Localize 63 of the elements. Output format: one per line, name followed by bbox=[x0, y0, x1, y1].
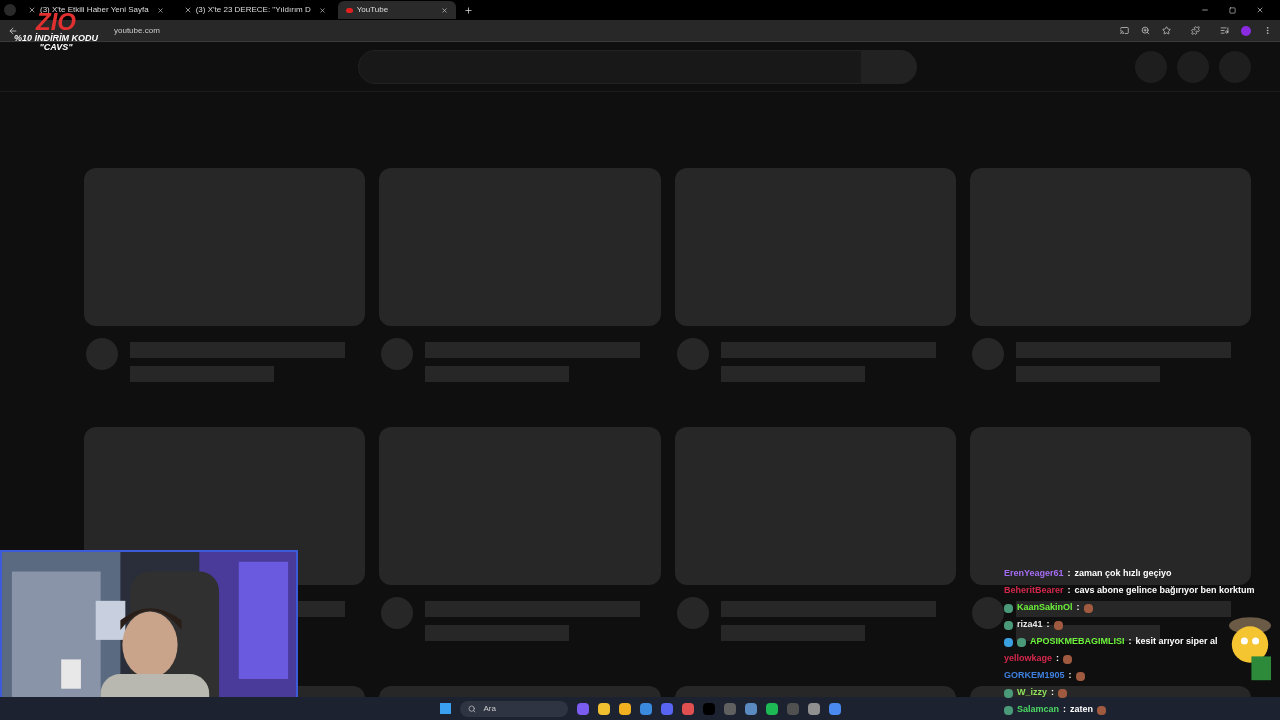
close-tab-icon[interactable] bbox=[440, 6, 448, 14]
avatar-placeholder bbox=[381, 338, 414, 370]
avatar-placeholder bbox=[971, 597, 1004, 629]
taskbar-search-field[interactable]: Ara bbox=[459, 700, 568, 717]
tab-title: YouTube bbox=[356, 4, 390, 16]
chat-message: cavs abone gelince bağırıyor ben korktum bbox=[1074, 584, 1255, 598]
cast-icon[interactable] bbox=[1120, 26, 1129, 35]
windows-start-icon[interactable] bbox=[439, 703, 451, 714]
new-tab-icon[interactable] bbox=[463, 5, 473, 15]
taskbar-app-icon[interactable] bbox=[681, 702, 694, 715]
chat-username: W_izzy bbox=[1017, 686, 1047, 700]
chat-separator: : bbox=[1067, 567, 1071, 581]
search-placeholder: Ara bbox=[483, 702, 496, 715]
menu-icon[interactable] bbox=[1263, 26, 1272, 35]
close-tab-icon[interactable] bbox=[318, 6, 326, 14]
avatar-placeholder bbox=[381, 597, 414, 629]
promo-text: %10 İNDİRİM KODU bbox=[14, 34, 98, 43]
taskbar-app-icon[interactable] bbox=[639, 702, 652, 715]
chat-username: yellowkage bbox=[1004, 652, 1053, 666]
taskbar-app-icon[interactable] bbox=[597, 702, 610, 715]
chat-username: GORKEM1905 bbox=[1004, 669, 1065, 683]
chat-message: kesit arıyor siper al bbox=[1135, 635, 1218, 649]
chat-username: ErenYeager61 bbox=[1004, 567, 1064, 581]
browser-tab[interactable]: YouTube bbox=[337, 1, 456, 19]
profile-avatar[interactable] bbox=[1241, 25, 1251, 36]
taskbar-app-icon[interactable] bbox=[618, 702, 631, 715]
taskbar-app-icon[interactable] bbox=[807, 702, 820, 715]
extensions-icon[interactable] bbox=[1191, 26, 1200, 35]
media-icon[interactable] bbox=[1220, 26, 1229, 35]
chat-separator: : bbox=[1063, 703, 1067, 717]
avatar-placeholder bbox=[676, 597, 709, 629]
back-icon[interactable] bbox=[8, 25, 18, 36]
avatar-placeholder bbox=[676, 338, 709, 370]
chat-message: zaman çok hızlı geçiyo bbox=[1074, 567, 1172, 581]
x-logo-icon bbox=[28, 6, 36, 14]
chat-username: riza41 bbox=[1017, 618, 1043, 632]
restore-icon[interactable] bbox=[1229, 6, 1236, 14]
taskbar-app-icon[interactable] bbox=[828, 702, 841, 715]
chat-separator: : bbox=[1051, 686, 1054, 700]
chat-username: APOSIKMEBAGIMLISI bbox=[1030, 635, 1125, 649]
chat-username: Salamcan bbox=[1017, 703, 1060, 717]
taskbar-app-icon[interactable] bbox=[744, 702, 757, 715]
close-tab-icon[interactable] bbox=[156, 6, 164, 14]
avatar-placeholder bbox=[86, 338, 118, 370]
taskbar-app-icon[interactable] bbox=[765, 702, 778, 715]
avatar-placeholder bbox=[971, 338, 1004, 370]
chat-username: KaanSakinOl bbox=[1017, 601, 1073, 615]
zoom-icon[interactable] bbox=[1141, 26, 1150, 35]
close-icon[interactable] bbox=[1256, 6, 1264, 14]
tab-title: (3) X'te 23 DERECE: "Yıldırım D bbox=[195, 4, 311, 16]
x-logo-icon bbox=[183, 6, 192, 14]
promo-code: "CAVS" bbox=[39, 43, 73, 52]
chat-separator: : bbox=[1067, 584, 1071, 598]
chat-separator: : bbox=[1128, 635, 1132, 649]
chat-username: BeheritBearer bbox=[1004, 584, 1064, 598]
youtube-logo-icon bbox=[345, 7, 353, 13]
search-icon bbox=[467, 704, 476, 713]
chat-separator: : bbox=[1068, 669, 1072, 683]
chat-separator: : bbox=[1056, 652, 1060, 666]
bookmark-star-icon[interactable] bbox=[1162, 26, 1171, 35]
chat-separator: : bbox=[1046, 618, 1050, 632]
chat-separator: : bbox=[1076, 601, 1080, 615]
chat-message: zaten bbox=[1070, 703, 1094, 717]
